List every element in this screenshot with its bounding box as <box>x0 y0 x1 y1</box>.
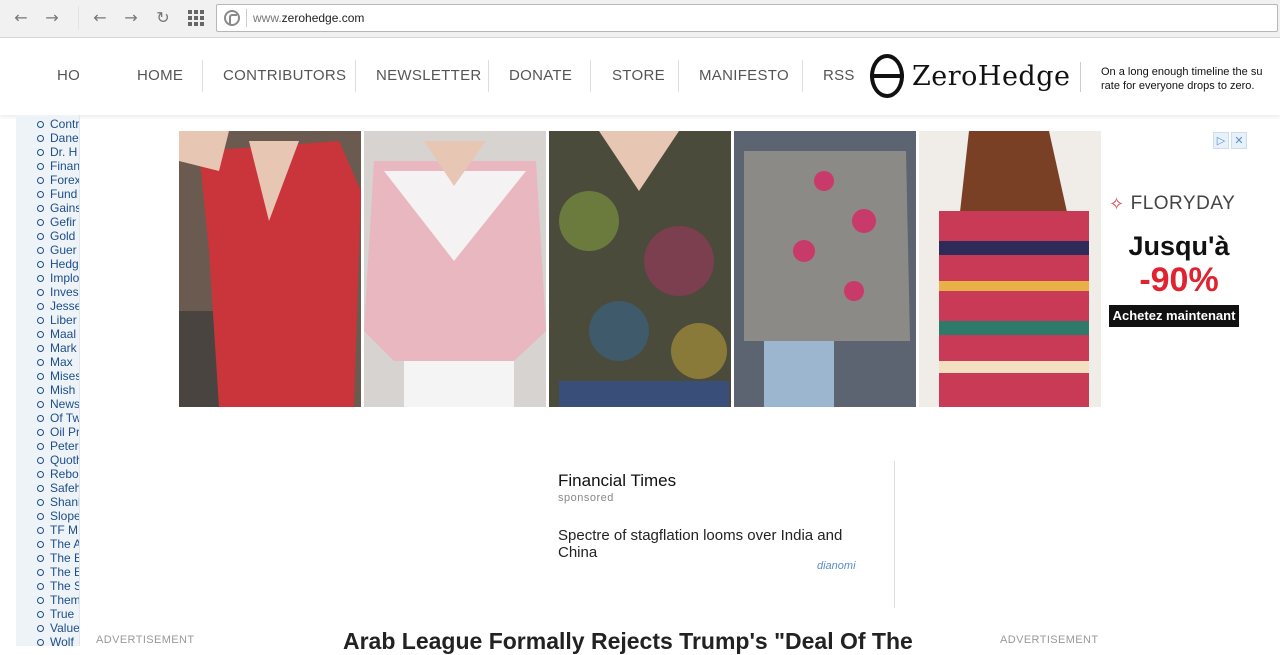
sidebar-link[interactable]: The B <box>16 551 79 565</box>
apps-grid-icon[interactable] <box>188 10 204 26</box>
sidebar-link[interactable]: Forex <box>16 173 79 187</box>
ad-cta-button[interactable]: Achetez maintenant <box>1109 305 1239 327</box>
sidebar-link[interactable]: Them <box>16 593 79 607</box>
sidebar-link[interactable]: Liber <box>16 313 79 327</box>
back-icon[interactable]: ← <box>90 8 110 28</box>
sidebar-link[interactable]: Gefir <box>16 215 79 229</box>
sidebar-link[interactable]: The S <box>16 579 79 593</box>
floryday-flower-icon: ✧ <box>1109 193 1125 214</box>
nav-contributors[interactable]: CONTRIBUTORS <box>223 67 346 84</box>
nav-manifesto[interactable]: MANIFESTO <box>699 67 789 84</box>
sidebar-links: Contr Dane Dr. H Finan Forex Fund Gains Gefir Go… <box>16 115 80 646</box>
logo-text: ZeroHedge <box>912 60 1071 92</box>
sponsored-headline[interactable]: Spectre of stagflation looms over India … <box>558 527 878 561</box>
sidebar-link[interactable]: Wolf <box>16 635 79 646</box>
site-logo[interactable]: ZeroHedge <box>870 54 1070 98</box>
sidebar-link[interactable]: Peter <box>16 439 79 453</box>
site-tagline: On a long enough timeline the su rate fo… <box>1101 66 1263 92</box>
advertisement-label: ADVERTISEMENT <box>1000 634 1099 646</box>
site-header: HO HOME CONTRIBUTORS NEWSLETTER DONATE S… <box>0 38 1280 115</box>
globe-icon <box>224 10 240 26</box>
sidebar-link[interactable]: The A <box>16 537 79 551</box>
sidebar-link[interactable]: Of Tw <box>16 411 79 425</box>
ad-choices[interactable]: ▷ ✕ <box>1213 132 1247 149</box>
forward-icon[interactable]: → <box>121 8 141 28</box>
sidebar-link[interactable]: Oil Pr <box>16 425 79 439</box>
sidebar-link[interactable]: True <box>16 607 79 621</box>
sidebar-list: Contr Dane Dr. H Finan Forex Fund Gains Gefir Go… <box>16 115 79 646</box>
back-icon[interactable]: ← <box>11 8 31 28</box>
adchoices-icon[interactable]: ▷ <box>1213 132 1229 149</box>
sidebar-link[interactable]: News <box>16 397 79 411</box>
dianomi-logo[interactable]: dianomi <box>817 560 856 572</box>
article-title[interactable]: Arab League Formally Rejects Trump's "De… <box>343 628 913 655</box>
forward-icon[interactable]: → <box>42 8 62 28</box>
sidebar-link[interactable]: Quoth <box>16 453 79 467</box>
ad-product-image[interactable] <box>734 131 916 407</box>
toolbar-divider <box>78 6 79 30</box>
sidebar-link[interactable]: Max <box>16 355 79 369</box>
sidebar-link[interactable]: Rebo <box>16 467 79 481</box>
reload-icon[interactable]: ↻ <box>153 8 173 28</box>
sidebar-link[interactable]: The E <box>16 565 79 579</box>
sidebar-link[interactable]: Value <box>16 621 79 635</box>
sponsor-source[interactable]: Financial Times <box>558 471 676 491</box>
nav-store[interactable]: STORE <box>612 67 665 84</box>
url-text[interactable]: www.zerohedge.com <box>253 11 364 25</box>
sidebar-link[interactable]: Gains <box>16 201 79 215</box>
sidebar-link[interactable]: Guer <box>16 243 79 257</box>
nav-newsletter[interactable]: NEWSLETTER <box>376 67 482 84</box>
sidebar-link[interactable]: Implo <box>16 271 79 285</box>
browser-toolbar: ← → ← → ↻ www.zerohedge.com <box>0 0 1280 38</box>
sidebar-link[interactable]: Mises <box>16 369 79 383</box>
sidebar-link[interactable]: TF M <box>16 523 79 537</box>
nav-home-cut[interactable]: HO <box>57 67 79 84</box>
sidebar-link[interactable]: Fund <box>16 187 79 201</box>
sidebar-link[interactable]: Safeh <box>16 481 79 495</box>
address-bar[interactable]: www.zerohedge.com <box>216 4 1278 32</box>
ad-product-image[interactable] <box>364 131 546 407</box>
ad-product-image[interactable] <box>549 131 731 407</box>
ad-product-image[interactable] <box>179 131 361 407</box>
nav-donate[interactable]: DONATE <box>509 67 572 84</box>
ad-brand-name: FLORYDAY <box>1130 193 1236 214</box>
sponsored-label: sponsored <box>558 492 614 504</box>
nav-rss[interactable]: RSS <box>823 67 855 84</box>
sidebar-link[interactable]: Dane <box>16 131 79 145</box>
sidebar-link[interactable]: Hedg <box>16 257 79 271</box>
advertisement-label: ADVERTISEMENT <box>96 634 195 646</box>
sponsored-card[interactable]: Financial Times sponsored Spectre of sta… <box>545 461 895 608</box>
close-ad-icon[interactable]: ✕ <box>1231 132 1247 149</box>
ad-product-image[interactable] <box>919 131 1101 407</box>
sidebar-link[interactable]: Contr <box>16 117 79 131</box>
ad-brand-panel[interactable]: ✧ FLORYDAY Jusqu'à -90% Achetez maintena… <box>1109 193 1249 327</box>
ad-banner[interactable]: ✧ FLORYDAY Jusqu'à -90% Achetez maintena… <box>179 131 1249 407</box>
sidebar-link[interactable]: Gold <box>16 229 79 243</box>
theta-logo-icon <box>870 54 904 98</box>
nav-home[interactable]: HOME <box>137 67 183 84</box>
sidebar-link[interactable]: Jesse <box>16 299 79 313</box>
sidebar-link[interactable]: Maal <box>16 327 79 341</box>
sidebar-link[interactable]: Mark <box>16 341 79 355</box>
sidebar-link[interactable]: Finan <box>16 159 79 173</box>
sidebar-link[interactable]: Dr. H <box>16 145 79 159</box>
sidebar-link[interactable]: Inves <box>16 285 79 299</box>
sidebar-link[interactable]: Mish <box>16 383 79 397</box>
sidebar-link[interactable]: Shank <box>16 495 79 509</box>
sidebar-link[interactable]: Slope <box>16 509 79 523</box>
ad-promo: Jusqu'à -90% <box>1128 231 1230 299</box>
